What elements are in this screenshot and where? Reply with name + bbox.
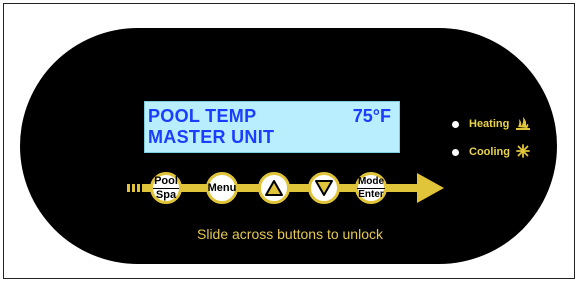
triangle-up-icon [265,180,283,196]
down-button[interactable] [308,172,340,204]
track-tick-2 [132,184,135,192]
mode-label: Mode [356,175,386,189]
triangle-down-icon [315,180,333,196]
spa-label: Spa [155,188,177,201]
track-tick-1 [127,184,130,192]
menu-label: Menu [207,181,237,194]
mode-enter-button[interactable]: Mode Enter [355,172,387,204]
unlock-hint: Slide across buttons to unlock [197,226,383,242]
menu-button[interactable]: Menu [206,172,238,204]
track-tick-3 [137,184,140,192]
up-button[interactable] [258,172,290,204]
pool-spa-button[interactable]: Pool Spa [150,172,182,204]
slide-arrow-icon [417,173,444,203]
enter-label: Enter [358,188,384,200]
pool-label: Pool [153,174,179,189]
